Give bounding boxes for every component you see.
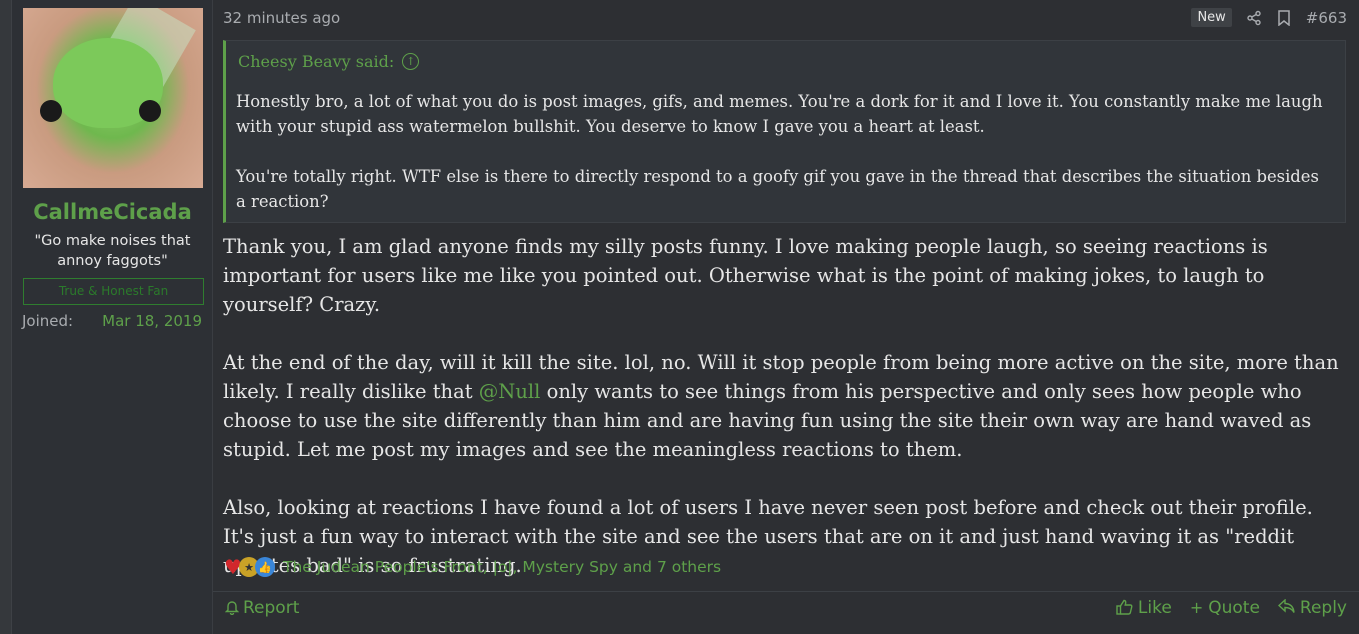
report-label: Report [243, 598, 300, 618]
quote-author-link[interactable]: Cheesy Beavy said: ↑ [238, 52, 420, 71]
share-icon[interactable] [1246, 10, 1262, 26]
page-gutter [0, 0, 12, 634]
reply-arrow-icon [1277, 598, 1295, 617]
post-paragraph: At the end of the day, will it kill the … [223, 348, 1343, 464]
like-label: Like [1137, 598, 1172, 618]
user-info-panel: CallmeCicada "Go make noises that annoy … [12, 0, 213, 634]
post-number-link[interactable]: #663 [1306, 9, 1347, 27]
reply-label: Reply [1299, 598, 1347, 618]
reaction-icons[interactable]: ♥ ★ 👍 [223, 555, 275, 579]
bell-icon [224, 599, 240, 618]
post-timestamp[interactable]: 32 minutes ago [223, 9, 340, 27]
post-main: 32 minutes ago New #663 Cheesy Beavy sai… [213, 0, 1359, 634]
joined-date: Mar 18, 2019 [102, 312, 202, 330]
user-mention-link[interactable]: @Null [479, 380, 541, 403]
quote-author: Cheesy Beavy said: [238, 52, 395, 71]
quote-paragraph: Honestly bro, a lot of what you do is po… [236, 92, 1323, 136]
quote-button[interactable]: + Quote [1190, 598, 1260, 618]
quote-block: Cheesy Beavy said: ↑ Honestly bro, a lot… [223, 40, 1346, 223]
reactions-list-link[interactable]: The Judean People's Front, |o|, Mystery … [283, 558, 721, 576]
user-banner: True & Honest Fan [23, 278, 204, 305]
new-badge: New [1191, 8, 1232, 27]
user-title: "Go make noises that annoy faggots" [34, 233, 191, 269]
like-button[interactable]: Like [1116, 598, 1172, 618]
quote-content: Honestly bro, a lot of what you do is po… [236, 89, 1326, 214]
reply-button[interactable]: Reply [1277, 598, 1347, 618]
bookmark-icon[interactable] [1276, 9, 1292, 26]
thumbs-up-icon [1116, 599, 1133, 618]
arrow-up-circle-icon[interactable]: ↑ [402, 53, 420, 70]
post-content: Thank you, I am glad anyone finds my sil… [223, 232, 1343, 580]
username-link[interactable]: CallmeCicada [12, 200, 213, 224]
reactions-bar: ♥ ★ 👍 The Judean People's Front, |o|, My… [223, 555, 721, 579]
joined-label: Joined: [22, 312, 74, 330]
post-footer: Report Like + Quote Reply [213, 592, 1359, 634]
avatar[interactable] [23, 8, 203, 188]
quote-paragraph: You're totally right. WTF else is there … [236, 167, 1319, 211]
plus-icon: + [1189, 598, 1204, 617]
thumbs-up-icon: 👍 [255, 557, 275, 577]
quote-label: Quote [1208, 598, 1260, 618]
post-paragraph: Thank you, I am glad anyone finds my sil… [223, 235, 1268, 316]
report-button[interactable]: Report [224, 598, 300, 618]
post-actions: Like + Quote Reply [1116, 598, 1347, 618]
post-meta-actions: New #663 [1191, 8, 1347, 27]
